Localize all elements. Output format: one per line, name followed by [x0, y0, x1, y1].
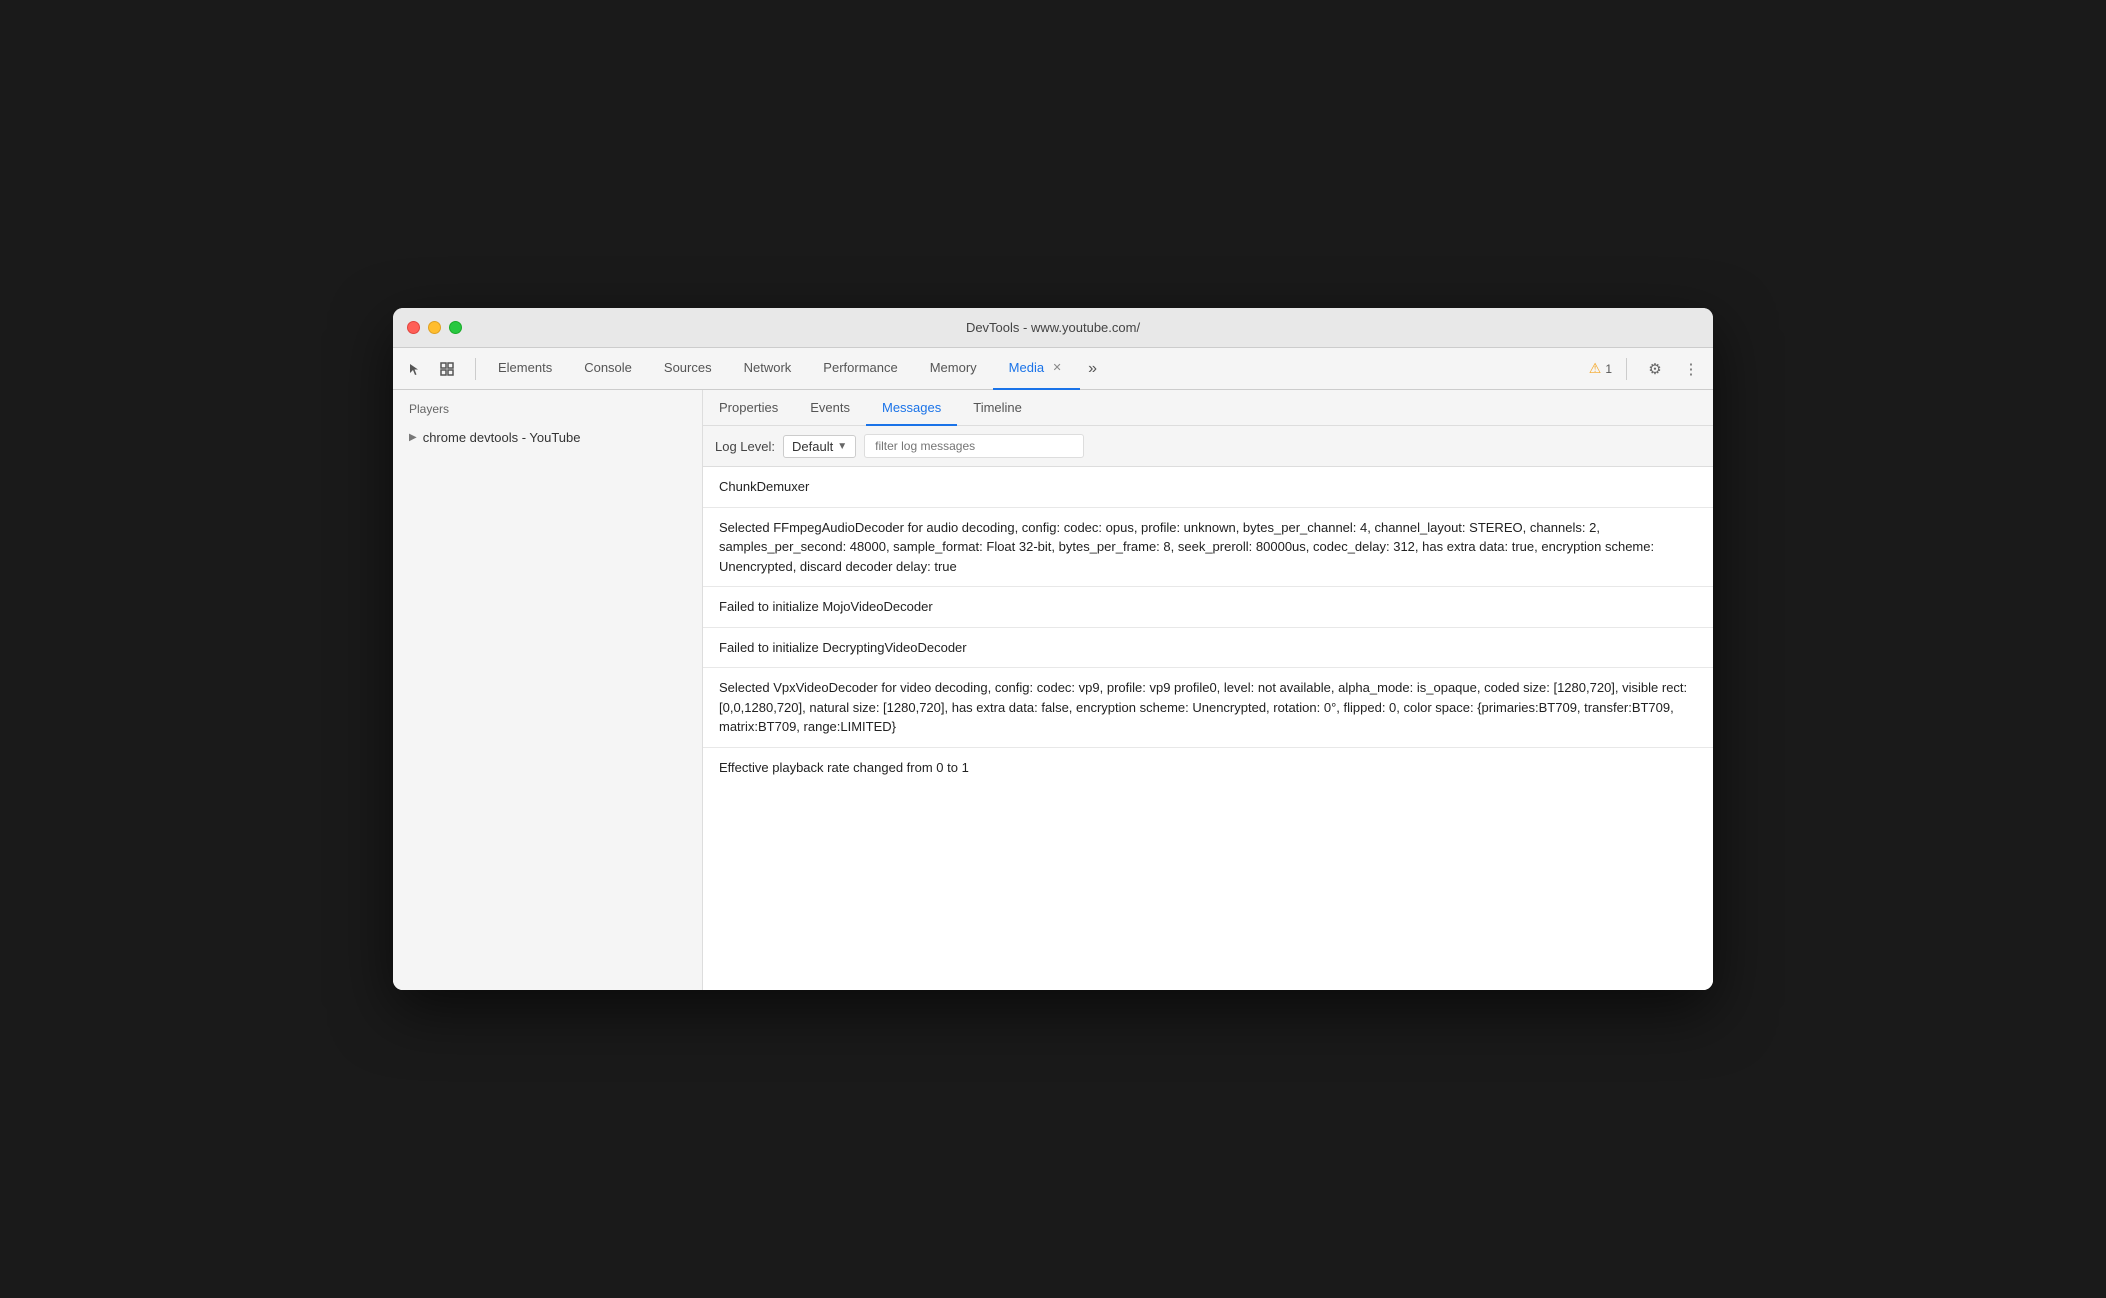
tab-events[interactable]: Events — [794, 390, 866, 426]
sidebar-item-label: chrome devtools - YouTube — [423, 430, 581, 445]
message-row: Effective playback rate changed from 0 t… — [703, 748, 1713, 788]
message-row: Selected FFmpegAudioDecoder for audio de… — [703, 508, 1713, 588]
log-level-value: Default — [792, 439, 833, 454]
more-options-button[interactable]: ⋮ — [1677, 355, 1705, 383]
title-bar: DevTools - www.youtube.com/ — [393, 308, 1713, 348]
tab-network[interactable]: Network — [728, 348, 808, 390]
tab-properties[interactable]: Properties — [703, 390, 794, 426]
right-panel: Properties Events Messages Timeline Log … — [703, 390, 1713, 990]
nav-tabs: Elements Console Sources Network Perform… — [482, 348, 1589, 389]
main-content: Players ▶ chrome devtools - YouTube Prop… — [393, 390, 1713, 990]
message-row: Selected VpxVideoDecoder for video decod… — [703, 668, 1713, 748]
maximize-button[interactable] — [449, 321, 462, 334]
traffic-lights — [407, 321, 462, 334]
sidebar-item-youtube[interactable]: ▶ chrome devtools - YouTube — [393, 424, 702, 451]
log-level-label: Log Level: — [715, 439, 775, 454]
tab-sources[interactable]: Sources — [648, 348, 728, 390]
sidebar: Players ▶ chrome devtools - YouTube — [393, 390, 703, 990]
dropdown-arrow-icon: ▼ — [837, 441, 847, 452]
message-row: Failed to initialize MojoVideoDecoder — [703, 587, 1713, 628]
tab-elements[interactable]: Elements — [482, 348, 568, 390]
sidebar-arrow-icon: ▶ — [409, 432, 417, 443]
devtools-window: DevTools - www.youtube.com/ Elements — [393, 308, 1713, 990]
toolbar-icons — [401, 355, 461, 383]
tab-media[interactable]: Media ✕ — [993, 348, 1080, 390]
warning-badge[interactable]: ⚠ 1 — [1589, 360, 1612, 377]
more-tabs-button[interactable]: » — [1080, 348, 1105, 390]
filter-bar: Log Level: Default ▼ — [703, 426, 1713, 467]
log-level-select[interactable]: Default ▼ — [783, 435, 856, 458]
tab-timeline[interactable]: Timeline — [957, 390, 1038, 426]
tab-media-close[interactable]: ✕ — [1050, 361, 1064, 375]
toolbar: Elements Console Sources Network Perform… — [393, 348, 1713, 390]
message-text: Selected VpxVideoDecoder for video decod… — [719, 680, 1687, 734]
window-title: DevTools - www.youtube.com/ — [966, 320, 1140, 335]
filter-input[interactable] — [864, 434, 1084, 458]
message-text: Failed to initialize MojoVideoDecoder — [719, 599, 933, 614]
cursor-icon[interactable] — [401, 355, 429, 383]
minimize-button[interactable] — [428, 321, 441, 334]
settings-button[interactable]: ⚙ — [1641, 355, 1669, 383]
right-divider — [1626, 358, 1627, 380]
message-text: ChunkDemuxer — [719, 479, 809, 494]
tab-performance[interactable]: Performance — [807, 348, 913, 390]
messages-area: ChunkDemuxer Selected FFmpegAudioDecoder… — [703, 467, 1713, 990]
tab-memory[interactable]: Memory — [914, 348, 993, 390]
tab-messages[interactable]: Messages — [866, 390, 957, 426]
toolbar-right: ⚠ 1 ⚙ ⋮ — [1589, 355, 1705, 383]
close-button[interactable] — [407, 321, 420, 334]
message-row: ChunkDemuxer — [703, 467, 1713, 508]
panel-tabs: Properties Events Messages Timeline — [703, 390, 1713, 426]
message-text: Effective playback rate changed from 0 t… — [719, 760, 969, 775]
message-text: Selected FFmpegAudioDecoder for audio de… — [719, 520, 1654, 574]
message-row: Failed to initialize DecryptingVideoDeco… — [703, 628, 1713, 669]
inspect-icon[interactable] — [433, 355, 461, 383]
toolbar-divider — [475, 358, 476, 380]
warning-icon: ⚠ — [1589, 360, 1602, 377]
message-text: Failed to initialize DecryptingVideoDeco… — [719, 640, 967, 655]
tab-console[interactable]: Console — [568, 348, 648, 390]
sidebar-title: Players — [393, 402, 702, 424]
